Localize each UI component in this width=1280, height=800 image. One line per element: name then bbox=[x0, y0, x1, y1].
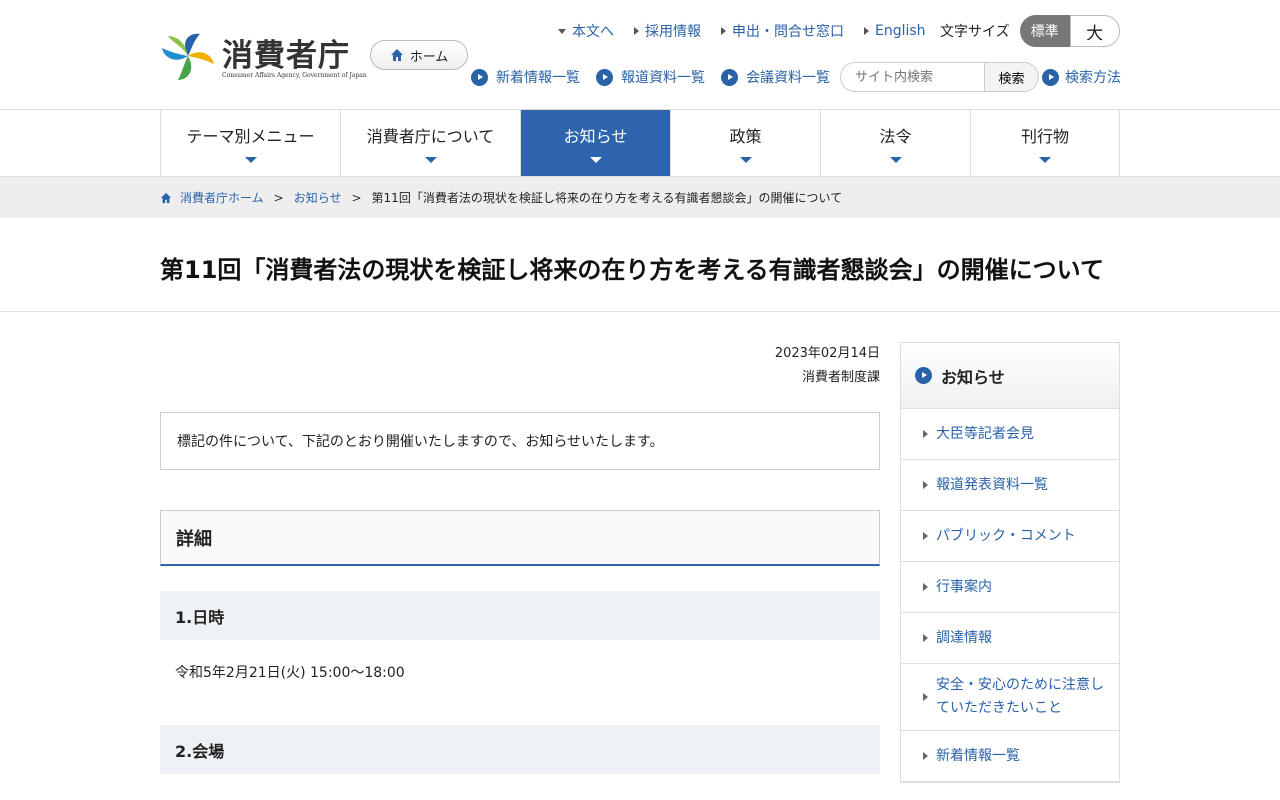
font-size-large-button[interactable]: 大 bbox=[1069, 15, 1120, 47]
logo-pinwheel-icon bbox=[162, 33, 214, 80]
publish-date: 2023年02月14日 bbox=[774, 346, 880, 361]
global-nav: テーマ別メニュー 消費者庁について お知らせ 政策 法令 刊行物 bbox=[160, 110, 1120, 176]
home-icon bbox=[390, 49, 403, 61]
caret-down-icon bbox=[244, 157, 257, 163]
title-band: 第11回「消費者法の現状を検証し将来の在り方を考える有識者懇談会」の開催について bbox=[0, 218, 1280, 312]
nav-item-law[interactable]: 法令 bbox=[821, 110, 971, 176]
caret-right-icon bbox=[864, 27, 869, 35]
page-title: 第11回「消費者法の現状を検証し将来の在り方を考える有識者懇談会」の開催について bbox=[160, 256, 1104, 284]
site-header: 消費者庁 Consumer Affairs Agency, Government… bbox=[0, 0, 1280, 110]
sub-links: 新着情報一覧 報道資料一覧 会議資料一覧 bbox=[471, 67, 830, 87]
caret-down-icon bbox=[889, 157, 902, 163]
caret-down-icon bbox=[589, 157, 602, 163]
detail-heading: 詳細 bbox=[160, 510, 880, 566]
caret-right-icon bbox=[923, 693, 928, 701]
section-body-datetime: 令和5年2月21日(火) 15:00～18:00 bbox=[175, 665, 405, 681]
home-button[interactable]: ホーム bbox=[370, 40, 468, 70]
breadcrumb-home-link[interactable]: 消費者庁ホーム bbox=[180, 189, 264, 206]
intro-box: 標記の件について、下記のとおり開催いたしますので、お知らせいたします。 bbox=[160, 412, 880, 470]
breadcrumb-current: 第11回「消費者法の現状を検証し将来の在り方を考える有識者懇談会」の開催について bbox=[371, 191, 843, 205]
sidebar-item-press-releases[interactable]: 報道発表資料一覧 bbox=[901, 460, 1119, 511]
caret-right-icon bbox=[923, 481, 928, 489]
search-button[interactable]: 検索 bbox=[985, 62, 1039, 92]
breadcrumb-separator: > bbox=[273, 190, 284, 205]
skip-to-content-link[interactable]: 本文へ bbox=[558, 21, 614, 41]
article-meta: 2023年02月14日 消費者制度課 bbox=[160, 342, 880, 390]
caret-right-icon bbox=[634, 27, 639, 35]
font-size-label: 文字サイズ bbox=[940, 24, 1010, 40]
sidebar-item-public-comment[interactable]: パブリック・コメント bbox=[901, 511, 1119, 562]
section-heading-datetime: 1.日時 bbox=[160, 591, 880, 640]
caret-down-icon bbox=[424, 157, 437, 163]
news-list-link[interactable]: 新着情報一覧 bbox=[471, 67, 580, 87]
sidebar-item-news-list[interactable]: 新着情報一覧 bbox=[901, 731, 1119, 782]
sidebar-heading: お知らせ bbox=[901, 343, 1119, 409]
department: 消費者制度課 bbox=[801, 370, 880, 385]
logo-subtitle: Consumer Affairs Agency, Government of J… bbox=[222, 72, 367, 79]
recruit-link[interactable]: 採用情報 bbox=[634, 21, 701, 41]
nav-item-theme-menu[interactable]: テーマ別メニュー bbox=[161, 110, 341, 176]
breadcrumb-separator: > bbox=[351, 190, 362, 205]
sidebar: お知らせ 大臣等記者会見 報道発表資料一覧 パブリック・コメント 行事案内 調達… bbox=[900, 342, 1120, 783]
sidebar-item-safety-notice[interactable]: 安全・安心のために注意していただきたいこと bbox=[901, 664, 1119, 731]
arrow-circle-icon bbox=[1042, 68, 1059, 86]
site-search: 検索 bbox=[840, 62, 1039, 92]
search-input[interactable] bbox=[840, 62, 985, 92]
sidebar-item-press-conference[interactable]: 大臣等記者会見 bbox=[901, 409, 1119, 460]
arrow-circle-icon bbox=[915, 367, 932, 384]
sidebar-item-events[interactable]: 行事案内 bbox=[901, 562, 1119, 613]
logo-title: 消費者庁 bbox=[222, 38, 350, 74]
arrow-circle-icon bbox=[721, 68, 738, 86]
sidebar-item-procurement[interactable]: 調達情報 bbox=[901, 613, 1119, 664]
home-icon bbox=[160, 192, 172, 203]
top-links: 本文へ 採用情報 申出・問合せ窓口 English bbox=[558, 21, 926, 41]
arrow-circle-icon bbox=[596, 68, 613, 86]
arrow-circle-icon bbox=[471, 68, 488, 86]
caret-down-icon bbox=[558, 28, 566, 34]
breadcrumb: 消費者庁ホーム > お知らせ > 第11回「消費者法の現状を検証し将来の在り方を… bbox=[0, 176, 1280, 218]
caret-right-icon bbox=[721, 27, 726, 35]
breadcrumb-news-link[interactable]: お知らせ bbox=[294, 189, 342, 206]
search-help-link[interactable]: 検索方法 bbox=[1042, 67, 1121, 87]
inquiry-link[interactable]: 申出・問合せ窓口 bbox=[721, 21, 844, 41]
nav-item-publications[interactable]: 刊行物 bbox=[971, 110, 1120, 176]
caret-right-icon bbox=[923, 752, 928, 760]
font-size-switcher: 文字サイズ 標準 大 bbox=[940, 15, 1120, 47]
site-logo[interactable]: 消費者庁 Consumer Affairs Agency, Government… bbox=[160, 30, 367, 84]
meeting-list-link[interactable]: 会議資料一覧 bbox=[721, 67, 830, 87]
caret-right-icon bbox=[923, 634, 928, 642]
nav-item-about[interactable]: 消費者庁について bbox=[341, 110, 521, 176]
caret-right-icon bbox=[923, 532, 928, 540]
caret-right-icon bbox=[923, 583, 928, 591]
nav-item-news[interactable]: お知らせ bbox=[521, 110, 671, 176]
caret-right-icon bbox=[923, 430, 928, 438]
press-list-link[interactable]: 報道資料一覧 bbox=[596, 67, 705, 87]
home-button-label: ホーム bbox=[409, 49, 449, 65]
caret-down-icon bbox=[739, 157, 752, 163]
main-content: 2023年02月14日 消費者制度課 標記の件について、下記のとおり開催いたしま… bbox=[160, 312, 880, 774]
english-link[interactable]: English bbox=[864, 21, 926, 41]
caret-down-icon bbox=[1039, 157, 1051, 163]
section-heading-venue: 2.会場 bbox=[160, 725, 880, 774]
nav-item-policy[interactable]: 政策 bbox=[671, 110, 821, 176]
font-size-standard-button[interactable]: 標準 bbox=[1019, 15, 1070, 47]
